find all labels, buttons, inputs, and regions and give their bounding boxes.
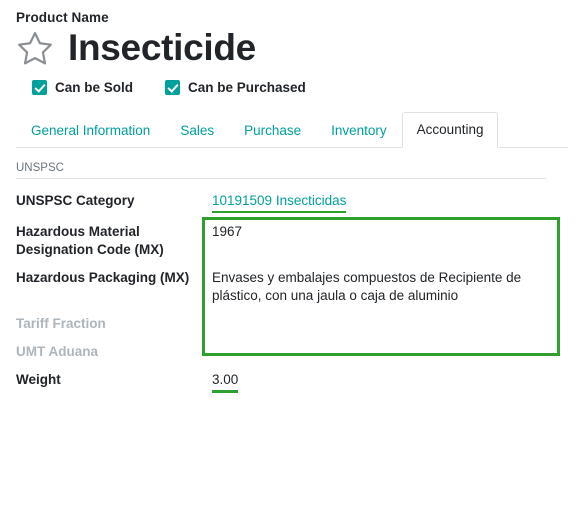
checkbox-can-be-purchased[interactable]: Can be Purchased xyxy=(165,79,306,95)
field-value-unspsc-category[interactable]: 10191509 Insecticidas xyxy=(212,192,347,213)
product-title-row: Insecticide xyxy=(16,27,568,68)
checkbox-can-be-sold[interactable]: Can be Sold xyxy=(32,79,134,95)
checkbox-can-be-purchased-label: Can be Purchased xyxy=(188,79,306,95)
checkmark-icon[interactable] xyxy=(165,79,181,95)
field-label-weight: Weight xyxy=(16,371,61,387)
field-label-hazardous-material-code: Hazardous Material Designation Code (MX) xyxy=(16,223,164,257)
field-hazardous-material-code: Hazardous Material Designation Code (MX)… xyxy=(16,218,568,264)
checkmark-icon[interactable] xyxy=(32,79,47,95)
field-hazardous-packaging: Hazardous Packaging (MX) Envases y embal… xyxy=(16,264,568,310)
product-flags: Can be Sold Can be Purchased xyxy=(32,79,568,95)
accounting-form: UNSPSC Category 10191509 Insecticidas Ha… xyxy=(16,187,568,398)
field-value-hazardous-material-code[interactable]: 1967 xyxy=(206,218,568,246)
field-label-hazardous-packaging: Hazardous Packaging (MX) xyxy=(16,269,190,285)
tab-purchase[interactable]: Purchase xyxy=(229,113,316,148)
field-label-umt-aduana: UMT Aduana xyxy=(16,343,98,359)
tab-accounting[interactable]: Accounting xyxy=(401,111,499,149)
page-title: Insecticide xyxy=(68,27,256,68)
field-value-weight-wrap: 3.00 xyxy=(206,366,568,398)
field-label-tariff-fraction: Tariff Fraction xyxy=(16,315,106,331)
field-tariff-fraction: Tariff Fraction xyxy=(16,310,568,338)
field-value-umt-aduana[interactable] xyxy=(206,338,568,348)
product-name-label: Product Name xyxy=(16,10,109,25)
section-title-unspsc: UNSPSC xyxy=(16,162,546,180)
checkbox-can-be-sold-label: Can be Sold xyxy=(55,79,134,95)
field-value-weight[interactable]: 3.00 xyxy=(212,371,239,393)
tab-inventory[interactable]: Inventory xyxy=(316,113,402,148)
tab-sales[interactable]: Sales xyxy=(165,113,229,148)
field-value-hazardous-packaging[interactable]: Envases y embalajes compuestos de Recipi… xyxy=(206,264,568,310)
field-unspsc-category: UNSPSC Category 10191509 Insecticidas xyxy=(16,187,568,218)
tab-bar: General Information Sales Purchase Inven… xyxy=(16,111,568,149)
field-value-tariff-fraction[interactable] xyxy=(206,310,568,320)
product-form-page: Product Name Insecticide Can be Sold Can… xyxy=(0,0,576,519)
form-rows: UNSPSC Category 10191509 Insecticidas Ha… xyxy=(16,187,568,398)
tab-general-information[interactable]: General Information xyxy=(16,113,165,148)
field-label-unspsc-category: UNSPSC Category xyxy=(16,193,135,209)
field-weight: Weight 3.00 xyxy=(16,366,568,398)
field-umt-aduana: UMT Aduana xyxy=(16,338,568,366)
star-outline-icon[interactable] xyxy=(16,29,54,67)
field-value-unspsc-category-wrap: 10191509 Insecticidas xyxy=(206,187,568,218)
